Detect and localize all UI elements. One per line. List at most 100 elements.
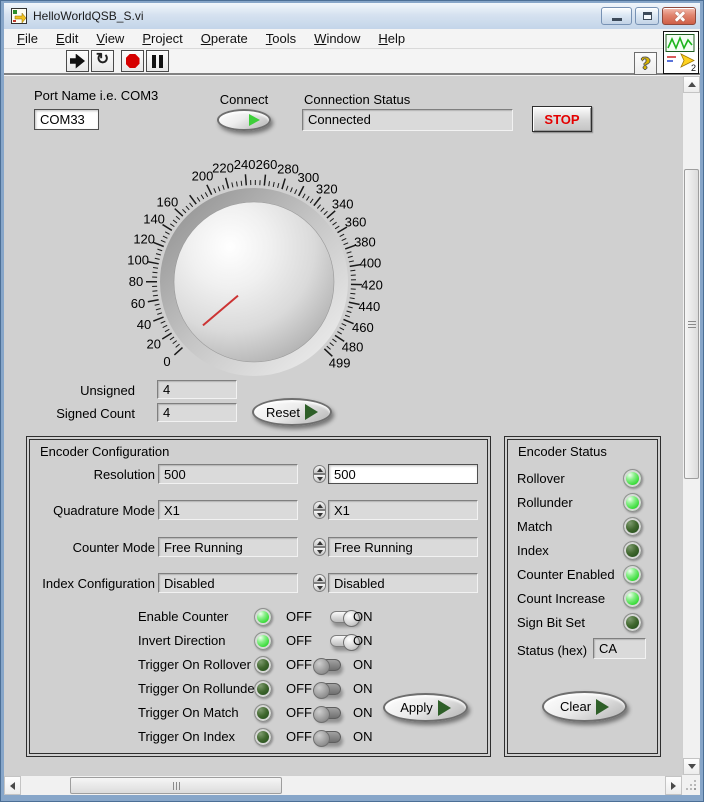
dial-scale-label: 280 [277, 162, 299, 177]
status-led [623, 517, 642, 536]
config-indicator: Disabled [158, 573, 298, 593]
pause-button[interactable] [146, 50, 169, 72]
toolbar: ↻ [4, 49, 700, 75]
config-indicator: Free Running [158, 537, 298, 557]
toggle-switch[interactable] [314, 707, 341, 719]
status-row-label: Sign Bit Set [517, 615, 585, 630]
scroll-up-icon [688, 82, 696, 87]
close-button[interactable] [662, 7, 696, 25]
dial-scale-label: 360 [345, 214, 367, 229]
clear-arrow-icon [596, 699, 609, 715]
scroll-down-icon [688, 764, 696, 769]
status-row-label: Counter Enabled [517, 567, 615, 582]
dial-scale-label: 240 [234, 157, 256, 172]
abort-icon [126, 54, 140, 68]
toggle-label: Trigger On Rollover [138, 657, 251, 672]
dial-scale-label: 80 [129, 274, 143, 289]
toggle-label: Enable Counter [138, 609, 228, 624]
vi-badge: 2 [691, 63, 696, 73]
config-spinner[interactable] [313, 465, 326, 483]
vertical-scroll-thumb[interactable] [684, 169, 699, 479]
toggle-switch[interactable] [314, 683, 341, 695]
status-led [623, 469, 642, 488]
menu-help[interactable]: Help [369, 30, 414, 48]
menu-operate[interactable]: Operate [192, 30, 257, 48]
abort-button[interactable] [121, 50, 144, 72]
config-control-input[interactable]: X1 [328, 500, 478, 520]
status-row-label: Rollover [517, 471, 565, 486]
dial-scale-label: 260 [256, 157, 278, 172]
context-help-button[interactable]: ? [634, 52, 657, 75]
horizontal-scroll-thumb[interactable] [70, 777, 282, 794]
application-window: HelloWorldQSB_S.vi FileEditViewProjectOp… [0, 0, 704, 802]
config-control-input[interactable]: 500 [328, 464, 478, 484]
toggle-on-label: ON [353, 729, 373, 744]
dial-scale-label: 200 [192, 168, 214, 183]
dial-scale-label: 100 [127, 252, 149, 267]
scroll-down-button[interactable] [683, 758, 700, 775]
toggle-label: Trigger On Index [138, 729, 235, 744]
restore-button[interactable] [635, 7, 659, 25]
toggle-off-label: OFF [286, 705, 312, 720]
minimize-button[interactable] [601, 7, 632, 25]
scroll-right-button[interactable] [665, 776, 682, 795]
toggle-on-label: ON [353, 609, 373, 624]
toggle-off-label: OFF [286, 633, 312, 648]
port-name-label: Port Name i.e. COM3 [34, 88, 158, 103]
toggle-off-label: OFF [286, 657, 312, 672]
menu-view[interactable]: View [87, 30, 133, 48]
toggle-on-label: ON [353, 633, 373, 648]
reset-button-label: Reset [266, 405, 300, 420]
connection-status-label: Connection Status [304, 92, 410, 107]
menu-file[interactable]: File [8, 30, 47, 48]
config-indicator: 500 [158, 464, 298, 484]
apply-button[interactable]: Apply [383, 693, 468, 722]
position-dial[interactable]: 0204060801001201401602002202402602803003… [124, 156, 384, 411]
scroll-left-button[interactable] [4, 776, 21, 795]
encoder-status-group: Encoder Status Status (hex) CA Clear Rol… [504, 436, 661, 757]
config-control-input[interactable]: Free Running [328, 537, 478, 557]
restore-icon [643, 12, 652, 20]
vertical-scrollbar[interactable] [682, 76, 700, 775]
stop-button[interactable]: STOP [532, 106, 592, 132]
menu-edit[interactable]: Edit [47, 30, 87, 48]
config-spinner[interactable] [313, 501, 326, 519]
clear-button[interactable]: Clear [542, 691, 627, 722]
connection-status-indicator: Connected [302, 109, 513, 131]
config-control-input[interactable]: Disabled [328, 573, 478, 593]
signed-count-indicator: 4 [157, 403, 237, 422]
encoder-configuration-group: Encoder Configuration Apply Resolution50… [26, 436, 491, 757]
config-spinner[interactable] [313, 538, 326, 556]
toggle-led [254, 656, 272, 674]
toggle-label: Trigger On Match [138, 705, 239, 720]
toggle-off-label: OFF [286, 729, 312, 744]
config-spinner[interactable] [313, 574, 326, 592]
front-panel: Port Name i.e. COM3 COM33 Connect Connec… [4, 76, 700, 795]
toggle-led [254, 680, 272, 698]
toggle-label: Trigger On Rollunder [138, 681, 259, 696]
menu-tools[interactable]: Tools [257, 30, 305, 48]
toggle-led [254, 728, 272, 746]
dial-scale-label: 499 [329, 356, 351, 371]
dial-scale-label: 140 [143, 212, 165, 227]
toggle-switch[interactable] [314, 731, 341, 743]
reset-button[interactable]: Reset [252, 398, 332, 426]
toggle-switch[interactable] [314, 659, 341, 671]
run-continuous-icon: ↻ [96, 52, 109, 68]
dial-scale-label: 120 [133, 231, 155, 246]
horizontal-scrollbar[interactable] [4, 775, 682, 795]
dial-scale-label: 460 [352, 320, 374, 335]
menu-window[interactable]: Window [305, 30, 369, 48]
run-button[interactable] [66, 50, 89, 72]
labview-app-icon [11, 8, 27, 24]
vi-icon: 2 [663, 31, 699, 74]
dial-scale-label: 20 [147, 337, 161, 352]
pause-icon [152, 55, 163, 68]
port-name-input[interactable]: COM33 [34, 109, 99, 130]
scroll-up-button[interactable] [683, 76, 700, 93]
resize-grip[interactable] [682, 775, 700, 795]
menu-project[interactable]: Project [133, 30, 191, 48]
connect-button[interactable] [217, 109, 271, 131]
run-continuous-button[interactable]: ↻ [91, 50, 114, 72]
status-led [623, 493, 642, 512]
